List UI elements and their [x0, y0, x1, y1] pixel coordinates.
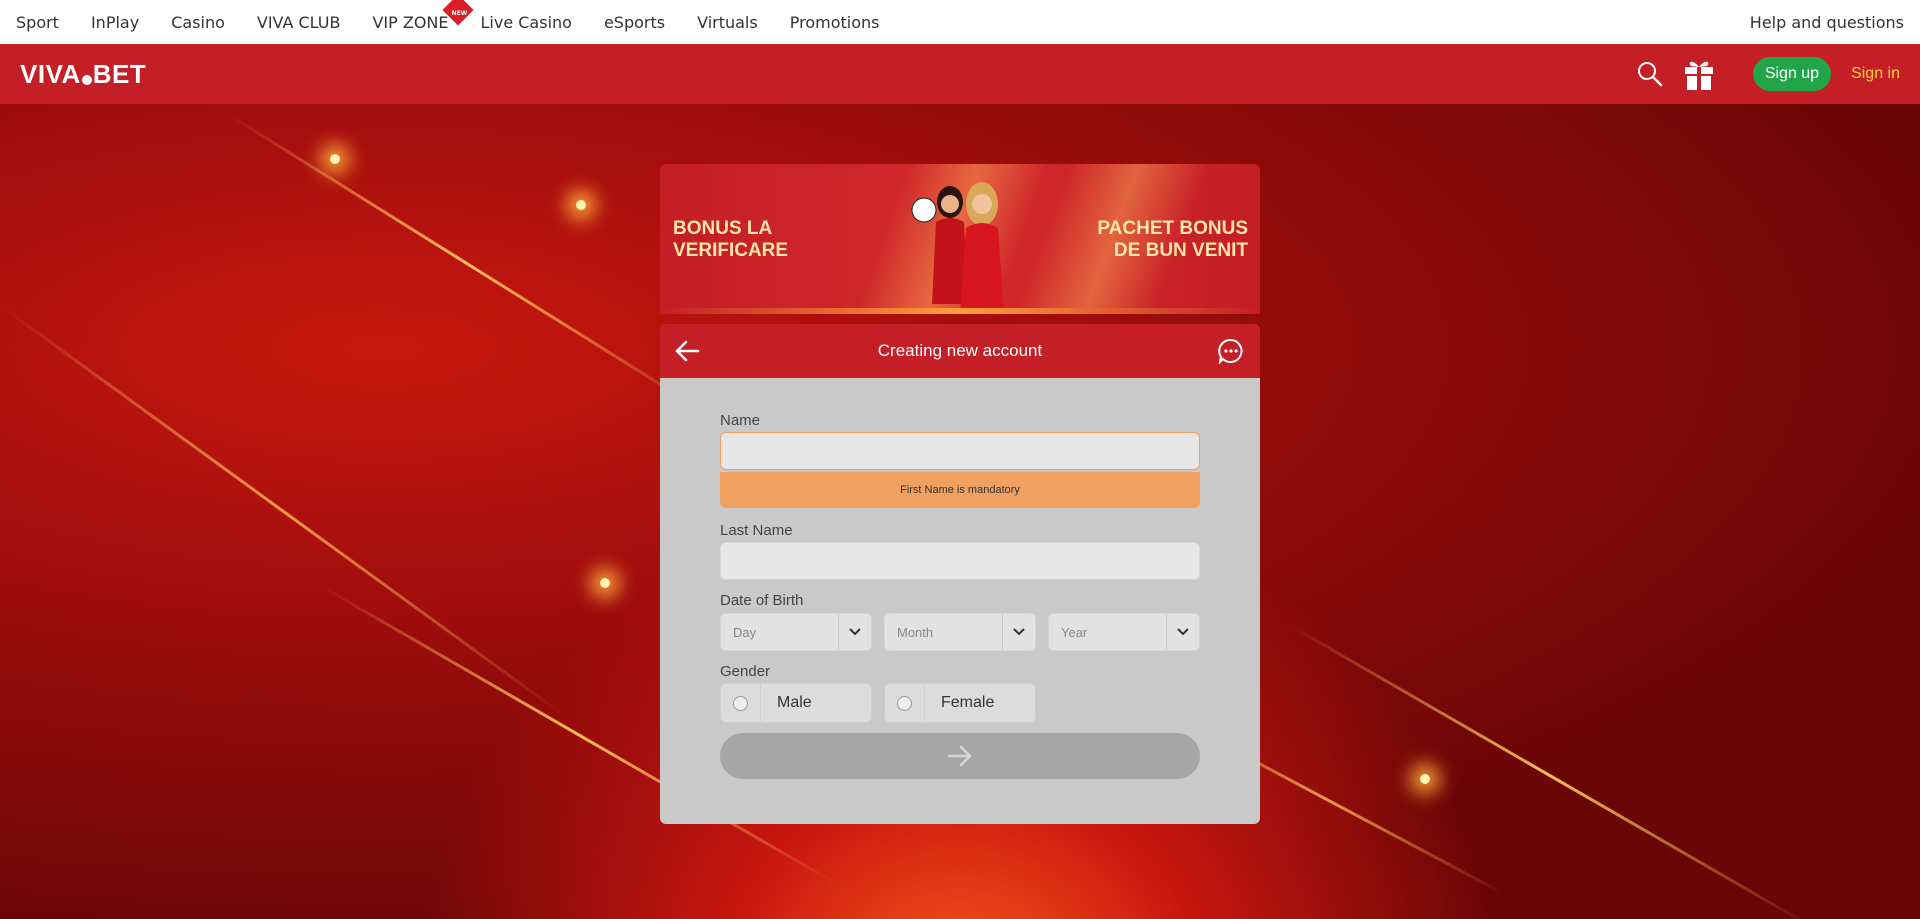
signin-link[interactable]: Sign in — [1851, 65, 1900, 83]
gift-icon[interactable] — [1683, 57, 1715, 91]
light-glow — [576, 200, 586, 210]
nav-item-viva-club[interactable]: VIVA CLUB — [241, 13, 357, 32]
chevron-down-icon — [1166, 614, 1199, 650]
banner-left-text: BONUS LA VERIFICARE — [673, 218, 789, 261]
arrow-right-icon — [947, 745, 972, 767]
header-bar: VIVA BET Sign up Sign in — [0, 44, 1920, 104]
gender-male-option[interactable]: Male — [720, 683, 872, 723]
logo-ball-icon — [81, 75, 92, 85]
logo[interactable]: VIVA BET — [20, 59, 146, 90]
chat-icon[interactable] — [1218, 338, 1244, 364]
card-title: Creating new account — [877, 341, 1043, 360]
last-name-label: Last Name — [720, 522, 793, 539]
light-glow — [600, 578, 610, 588]
light-glow — [1420, 774, 1430, 784]
name-error-message: First Name is mandatory — [720, 472, 1200, 508]
search-icon[interactable] — [1637, 61, 1663, 87]
promo-banner[interactable]: BONUS LA VERIFICARE PACHET BONUS DE BUN … — [660, 164, 1260, 314]
registration-form: Name First Name is mandatory Last Name D… — [720, 378, 1200, 779]
nav-item-sport[interactable]: Sport — [0, 13, 75, 32]
back-arrow-icon[interactable] — [674, 339, 700, 363]
light-glow — [330, 154, 340, 164]
nav-item-casino[interactable]: Casino — [155, 13, 241, 32]
banner-models-image — [911, 182, 1004, 314]
next-button[interactable] — [720, 733, 1200, 779]
nav-item-vip-zone-label: VIP ZONE — [372, 12, 449, 32]
banner-right-text: PACHET BONUS DE BUN VENIT — [1097, 218, 1248, 261]
month-select[interactable]: Month — [884, 613, 1036, 651]
nav-item-esports[interactable]: eSports — [588, 13, 681, 32]
gender-female-option[interactable]: Female — [884, 683, 1036, 723]
nav-item-vip-zone[interactable]: VIP ZONE NEW — [356, 0, 474, 32]
dob-label: Date of Birth — [720, 592, 804, 609]
male-radio[interactable] — [733, 695, 748, 711]
name-input[interactable] — [720, 432, 1200, 470]
top-nav: Sport InPlay Casino VIVA CLUB VIP ZONE N… — [0, 0, 1920, 44]
last-name-input[interactable] — [720, 542, 1200, 580]
female-radio[interactable] — [897, 695, 912, 711]
nav-item-inplay[interactable]: InPlay — [75, 13, 155, 32]
name-label: Name — [720, 412, 761, 429]
year-select[interactable]: Year — [1048, 613, 1200, 651]
signup-button[interactable]: Sign up — [1752, 57, 1832, 91]
chevron-down-icon — [838, 614, 871, 650]
light-streak — [1289, 624, 1811, 919]
chevron-down-icon — [1002, 614, 1035, 650]
day-select[interactable]: Day — [720, 613, 872, 651]
card-header: Creating new account — [660, 324, 1260, 378]
help-link[interactable]: Help and questions — [1750, 13, 1920, 32]
nav-item-live-casino[interactable]: Live Casino — [465, 13, 588, 32]
light-streak — [229, 114, 706, 414]
nav-item-promotions[interactable]: Promotions — [774, 13, 896, 32]
nav-item-virtuals[interactable]: Virtuals — [681, 13, 774, 32]
registration-card: Creating new account Name First Name is … — [660, 324, 1260, 824]
light-streak — [0, 304, 568, 719]
gender-label: Gender — [720, 663, 771, 680]
